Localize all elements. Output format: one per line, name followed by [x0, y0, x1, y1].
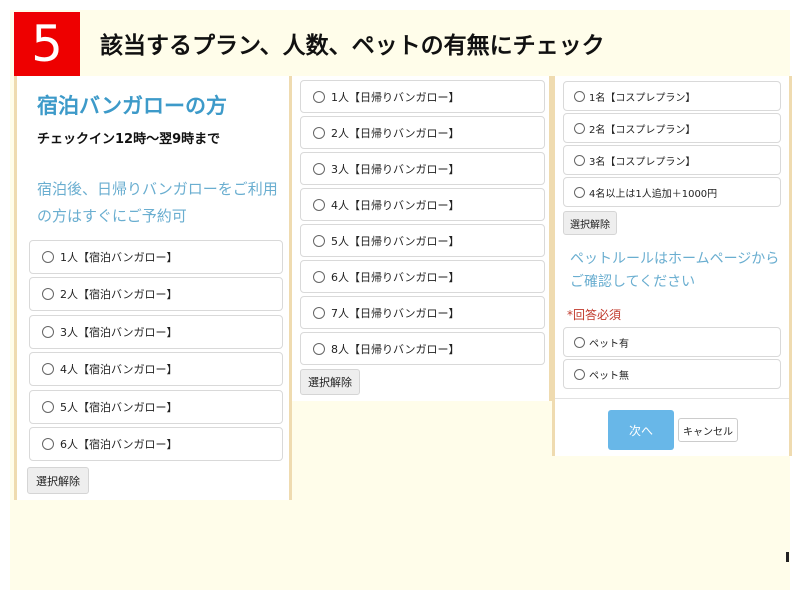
day-bungalow-panel: 1人【日帰りバンガロー】 2人【日帰りバンガロー】 3人【日帰りバンガロー】 4…	[292, 76, 552, 401]
option-label: 4名以上は1人追加＋1000円	[589, 188, 718, 200]
radio-icon[interactable]	[313, 342, 325, 355]
pet-option-yes[interactable]: ペット有	[563, 327, 781, 357]
step-number-badge: 5	[14, 12, 80, 76]
option-label: 2名【コスプレプラン】	[589, 124, 696, 136]
option-label: 3人【宿泊バンガロー】	[60, 326, 178, 339]
radio-icon[interactable]	[574, 90, 585, 102]
cancel-button[interactable]: キャンセル	[678, 418, 738, 442]
option-label: 2人【宿泊バンガロー】	[60, 288, 178, 301]
radio-icon[interactable]	[313, 234, 325, 247]
pet-option-no[interactable]: ペット無	[563, 359, 781, 389]
overnight-clear-selection-button[interactable]: 選択解除	[27, 467, 89, 494]
radio-icon[interactable]	[574, 186, 585, 198]
option-label: 3人【日帰りバンガロー】	[331, 162, 460, 176]
day-option-6[interactable]: 6人【日帰りバンガロー】	[300, 260, 545, 293]
option-label: 3名【コスプレプラン】	[589, 156, 696, 168]
radio-icon[interactable]	[313, 198, 325, 211]
day-option-3[interactable]: 3人【日帰りバンガロー】	[300, 152, 545, 185]
day-option-4[interactable]: 4人【日帰りバンガロー】	[300, 188, 545, 221]
option-label: ペット有	[589, 338, 629, 350]
day-option-5[interactable]: 5人【日帰りバンガロー】	[300, 224, 545, 257]
option-label: 2人【日帰りバンガロー】	[331, 126, 460, 140]
radio-icon[interactable]	[574, 154, 585, 166]
option-label: 6人【宿泊バンガロー】	[60, 438, 178, 451]
overnight-option-5[interactable]: 5人【宿泊バンガロー】	[29, 390, 283, 424]
day-option-2[interactable]: 2人【日帰りバンガロー】	[300, 116, 545, 149]
radio-icon[interactable]	[42, 363, 54, 375]
option-label: 4人【宿泊バンガロー】	[60, 363, 178, 376]
option-label: 1人【宿泊バンガロー】	[60, 251, 178, 264]
edge-mark	[786, 552, 789, 562]
checkin-time-text: チェックイン12時～翌9時まで	[37, 132, 221, 147]
day-clear-selection-button[interactable]: 選択解除	[300, 369, 360, 395]
radio-icon[interactable]	[574, 336, 585, 348]
option-label: 7人【日帰りバンガロー】	[331, 306, 460, 320]
overnight-option-3[interactable]: 3人【宿泊バンガロー】	[29, 315, 283, 349]
radio-icon[interactable]	[42, 326, 54, 338]
day-option-8[interactable]: 8人【日帰りバンガロー】	[300, 332, 545, 365]
option-label: 1名【コスプレプラン】	[589, 92, 696, 104]
option-label: 5人【宿泊バンガロー】	[60, 401, 178, 414]
radio-icon[interactable]	[574, 122, 585, 134]
day-option-1[interactable]: 1人【日帰りバンガロー】	[300, 80, 545, 113]
form-footer-divider	[555, 398, 789, 399]
pet-rule-note: ペットルールはホームページからご確認してください	[570, 251, 780, 290]
cosplay-option-2[interactable]: 2名【コスプレプラン】	[563, 113, 781, 143]
day-use-note: 宿泊後、日帰りバンガローをご利用の方はすぐにご予約可	[37, 180, 278, 225]
overnight-option-6[interactable]: 6人【宿泊バンガロー】	[29, 427, 283, 461]
radio-icon[interactable]	[42, 401, 54, 413]
radio-icon[interactable]	[313, 270, 325, 283]
radio-icon[interactable]	[313, 162, 325, 175]
option-label: ペット無	[589, 370, 629, 382]
cosplay-pet-panel: 1名【コスプレプラン】 2名【コスプレプラン】 3名【コスプレプラン】 4名以上…	[552, 76, 792, 456]
overnight-option-4[interactable]: 4人【宿泊バンガロー】	[29, 352, 283, 386]
cosplay-clear-selection-button[interactable]: 選択解除	[563, 211, 617, 235]
day-option-7[interactable]: 7人【日帰りバンガロー】	[300, 296, 545, 329]
radio-icon[interactable]	[42, 438, 54, 450]
option-label: 1人【日帰りバンガロー】	[331, 90, 460, 104]
radio-icon[interactable]	[313, 126, 325, 139]
slide-title: 該当するプラン、人数、ペットの有無にチェック	[100, 33, 605, 59]
overnight-option-1[interactable]: 1人【宿泊バンガロー】	[29, 240, 283, 274]
radio-icon[interactable]	[574, 368, 585, 380]
option-label: 8人【日帰りバンガロー】	[331, 342, 460, 356]
radio-icon[interactable]	[313, 90, 325, 103]
option-label: 5人【日帰りバンガロー】	[331, 234, 460, 248]
option-label: 4人【日帰りバンガロー】	[331, 198, 460, 212]
cosplay-option-3[interactable]: 3名【コスプレプラン】	[563, 145, 781, 175]
radio-icon[interactable]	[42, 288, 54, 300]
overnight-heading: 宿泊バンガローの方	[37, 94, 228, 118]
next-button[interactable]: 次へ	[608, 410, 674, 450]
radio-icon[interactable]	[313, 306, 325, 319]
option-label: 6人【日帰りバンガロー】	[331, 270, 460, 284]
radio-icon[interactable]	[42, 251, 54, 263]
overnight-option-2[interactable]: 2人【宿泊バンガロー】	[29, 277, 283, 311]
required-label: *回答必須	[567, 308, 622, 322]
overnight-bungalow-panel: 宿泊バンガローの方 チェックイン12時～翌9時まで 宿泊後、日帰りバンガローをご…	[14, 76, 292, 500]
cosplay-option-4[interactable]: 4名以上は1人追加＋1000円	[563, 177, 781, 207]
cosplay-option-1[interactable]: 1名【コスプレプラン】	[563, 81, 781, 111]
